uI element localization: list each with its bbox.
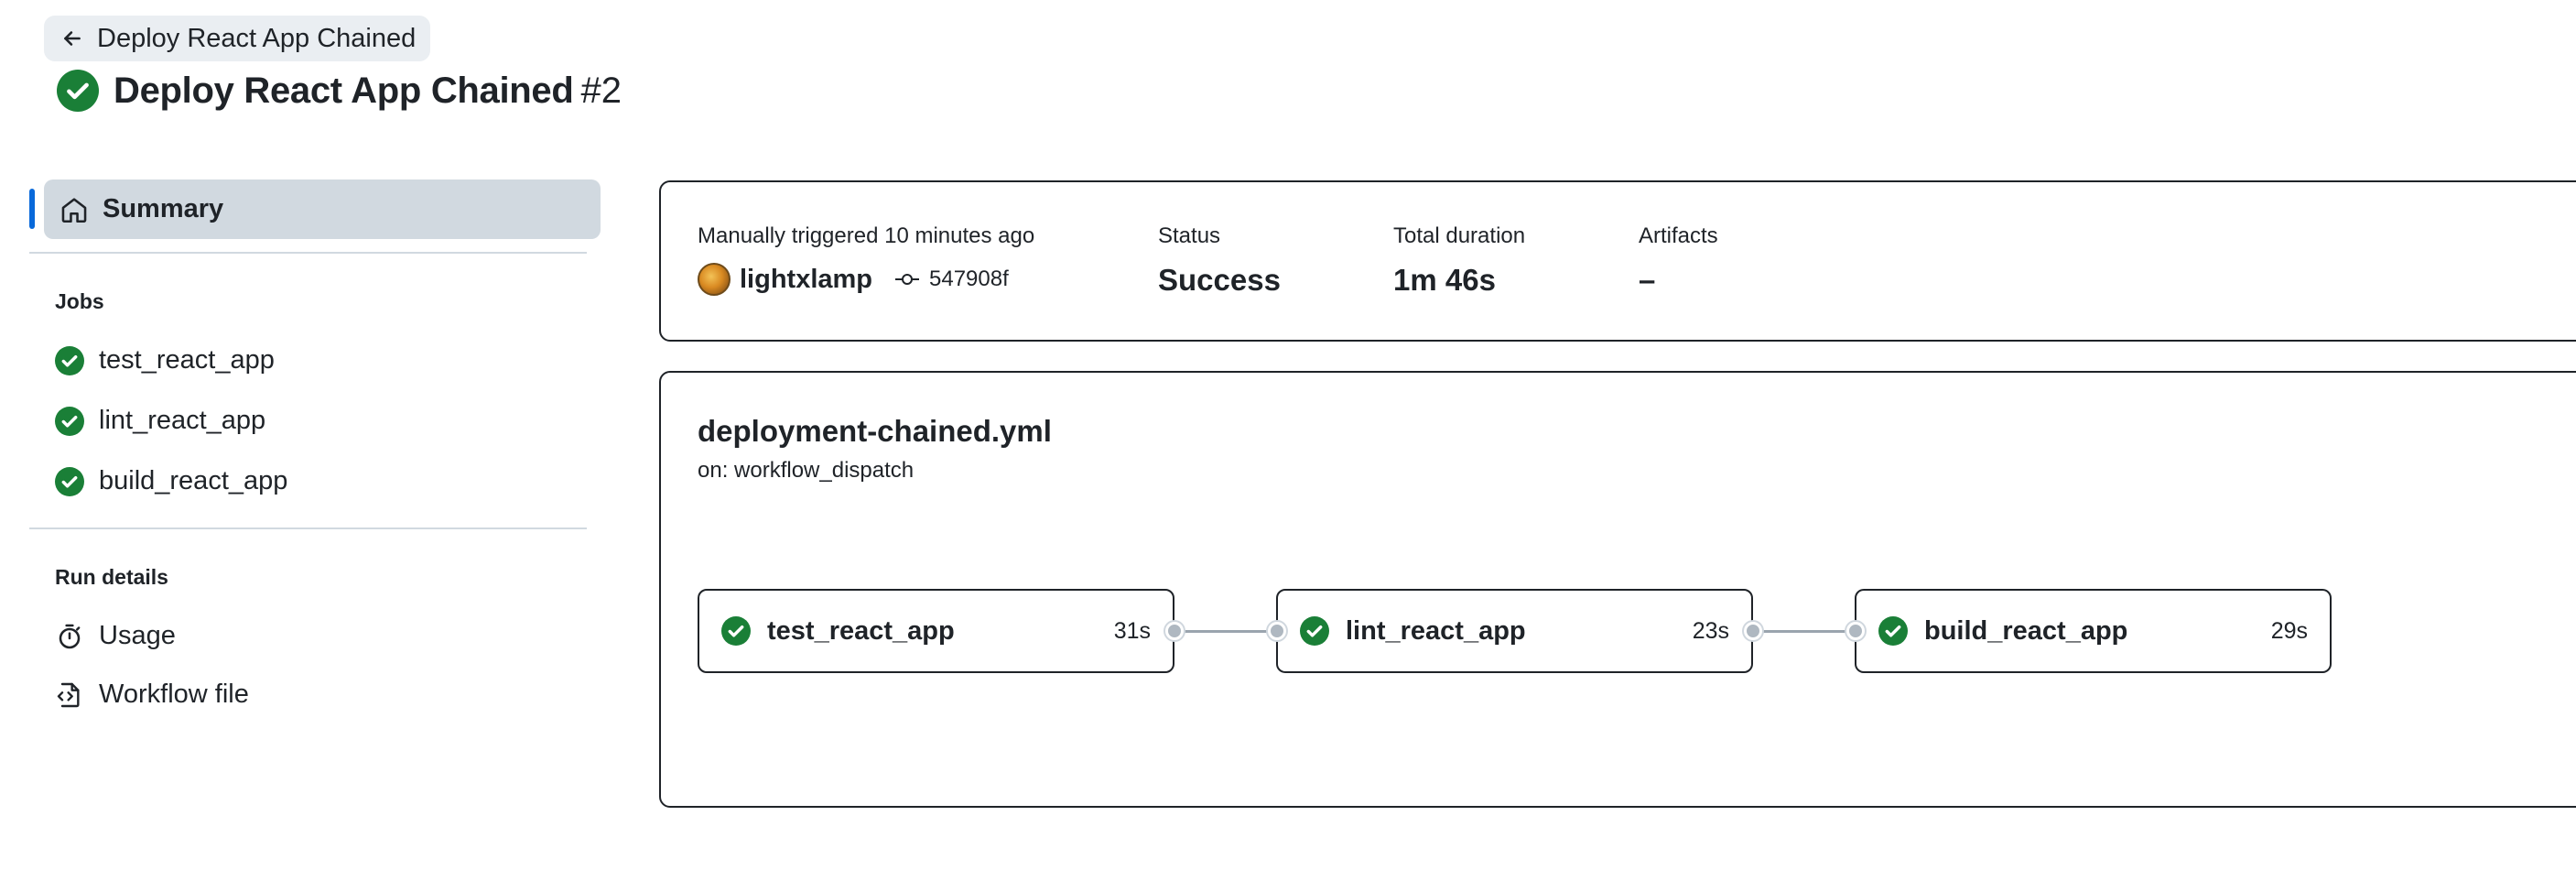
success-check-icon	[55, 345, 84, 375]
arrow-left-icon	[64, 31, 81, 46]
divider	[29, 527, 587, 529]
connector-dot	[1846, 622, 1865, 640]
sidebar-item-label: Usage	[99, 621, 176, 650]
sidebar-item-workflow-file[interactable]: Workflow file	[55, 680, 249, 710]
run-summary-card: Manually triggered 10 minutes ago lightx…	[659, 180, 2576, 342]
success-check-icon	[1878, 616, 1908, 646]
stopwatch-icon	[59, 624, 81, 648]
success-check-icon	[57, 70, 99, 112]
status-value: Success	[1158, 263, 1281, 297]
job-duration: 23s	[1692, 617, 1729, 644]
commit-link[interactable]: 547908f	[894, 266, 1009, 292]
workflow-file-name: deployment-chained.yml	[698, 414, 1052, 448]
job-name: test_react_app	[767, 615, 955, 646]
sidebar-item-usage[interactable]: Usage	[55, 621, 176, 651]
connector-dot	[1268, 622, 1286, 640]
git-commit-icon	[895, 274, 920, 285]
divider	[29, 252, 587, 254]
active-indicator	[29, 189, 35, 229]
artifacts-value: –	[1639, 263, 1656, 297]
success-check-icon	[55, 406, 84, 436]
connector-dot	[1165, 622, 1184, 640]
status-label: Status	[1158, 223, 1221, 248]
sidebar-item-job[interactable]: build_react_app	[55, 466, 287, 496]
sidebar-item-job[interactable]: test_react_app	[55, 345, 275, 375]
run-number: #2	[580, 70, 622, 111]
sidebar-item-label: lint_react_app	[99, 406, 266, 435]
sidebar-item-summary[interactable]: Summary	[44, 179, 601, 239]
page-header: Deploy React App Chained #2	[57, 70, 622, 112]
sidebar-item-label: build_react_app	[99, 466, 288, 495]
job-name: build_react_app	[1924, 615, 2128, 646]
file-code-icon	[57, 682, 80, 707]
job-node-build[interactable]: build_react_app 29s	[1855, 589, 2332, 673]
jobs-heading: Jobs	[55, 289, 104, 313]
success-check-icon	[55, 466, 84, 496]
home-icon	[61, 197, 87, 223]
success-check-icon	[1300, 616, 1329, 646]
duration-value: 1m 46s	[1393, 263, 1496, 297]
duration-label: Total duration	[1393, 223, 1526, 248]
back-link-label: Deploy React App Chained	[97, 23, 417, 53]
job-name: lint_react_app	[1346, 615, 1526, 646]
success-check-icon	[721, 616, 751, 646]
trigger-details: lightxlamp 547908f	[698, 263, 1009, 296]
run-details-heading: Run details	[55, 565, 168, 589]
sidebar-item-label: Workflow file	[99, 680, 249, 709]
job-connector	[1174, 630, 1281, 633]
job-node-test[interactable]: test_react_app 31s	[698, 589, 1174, 673]
sidebar-item-job[interactable]: lint_react_app	[55, 406, 265, 436]
trigger-text: Manually triggered 10 minutes ago	[698, 223, 1035, 248]
job-node-lint[interactable]: lint_react_app 23s	[1276, 589, 1753, 673]
back-link[interactable]: Deploy React App Chained	[44, 16, 431, 61]
artifacts-label: Artifacts	[1639, 223, 1718, 248]
connector-dot	[1744, 622, 1762, 640]
workflow-graph-card: deployment-chained.yml on: workflow_disp…	[659, 371, 2576, 808]
commit-sha: 547908f	[929, 266, 1009, 291]
sidebar-item-label: test_react_app	[99, 345, 275, 375]
actor-link[interactable]: lightxlamp	[740, 265, 872, 295]
avatar[interactable]	[698, 263, 731, 296]
page-title: Deploy React App Chained #2	[114, 70, 622, 111]
job-duration: 31s	[1113, 617, 1151, 644]
sidebar-item-label: Summary	[103, 194, 224, 223]
job-connector	[1752, 630, 1859, 633]
job-duration: 29s	[2270, 617, 2308, 644]
workflow-trigger: on: workflow_dispatch	[698, 458, 915, 483]
